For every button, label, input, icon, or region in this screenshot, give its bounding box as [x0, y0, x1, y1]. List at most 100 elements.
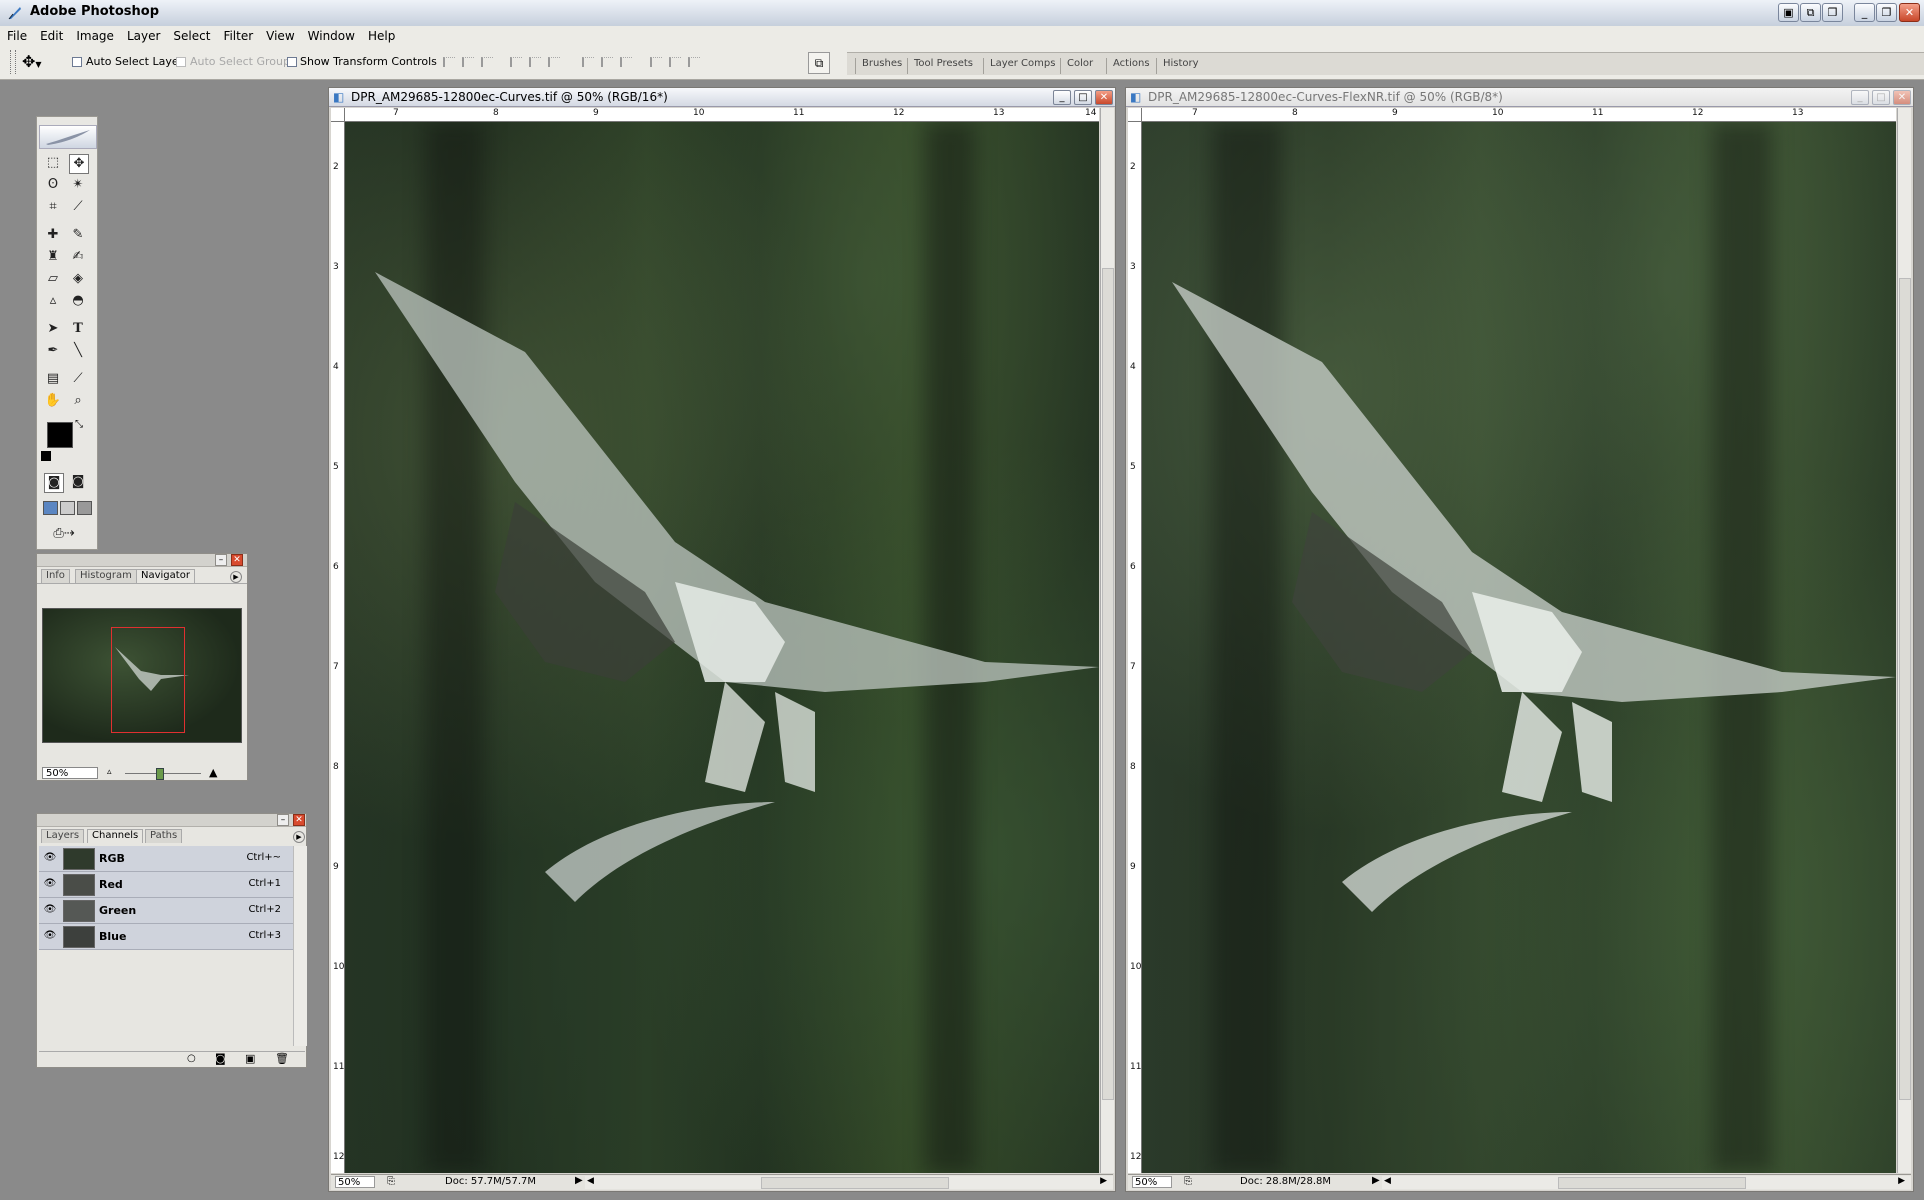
channels-close-button[interactable]: ✕	[293, 814, 305, 826]
quick-mask-mode-icon[interactable]: ◙	[69, 473, 87, 491]
zoom-out-icon[interactable]: ▵	[107, 767, 112, 777]
document-2-close-button[interactable]: ✕	[1893, 90, 1911, 105]
dodge-tool-icon[interactable]: ◓	[69, 292, 87, 310]
well-tab-brushes[interactable]: Brushes	[855, 58, 902, 74]
distribute-right-icon[interactable]	[686, 56, 700, 68]
scroll-right-icon[interactable]: ▶	[1100, 1176, 1107, 1186]
crop-tool-icon[interactable]: ⌗	[44, 198, 62, 216]
align-left-icon[interactable]	[508, 56, 522, 68]
navigator-zoom-field[interactable]: 50%	[42, 767, 98, 779]
distribute-left-icon[interactable]	[648, 56, 662, 68]
visibility-eye-icon[interactable]: 👁	[43, 904, 57, 916]
load-selection-icon[interactable]: ○	[187, 1053, 196, 1064]
eraser-tool-icon[interactable]: ▱	[44, 270, 62, 288]
document-1-canvas[interactable]	[345, 122, 1099, 1173]
channel-row-red[interactable]: 👁 Red Ctrl+1	[39, 872, 293, 898]
line-tool-icon[interactable]: ╲	[69, 342, 87, 360]
status-menu-arrow-icon[interactable]: ▶	[1372, 1175, 1380, 1186]
full-screen-menu-mode-icon[interactable]	[60, 501, 75, 515]
file-browser-icon[interactable]: ⧉	[808, 52, 830, 74]
align-right-icon[interactable]	[546, 56, 560, 68]
menu-select[interactable]: Select	[166, 26, 216, 43]
well-tab-history[interactable]: History	[1156, 58, 1199, 74]
type-tool-icon[interactable]: T	[69, 320, 87, 338]
align-hcenter-icon[interactable]	[527, 56, 541, 68]
channels-palette-header[interactable]	[37, 814, 306, 827]
visibility-eye-icon[interactable]: 👁	[43, 930, 57, 942]
tab-channels[interactable]: Channels	[87, 829, 144, 843]
navigator-menu-icon[interactable]: ▶	[230, 571, 242, 583]
document-1-minimize-button[interactable]: _	[1053, 90, 1071, 105]
marquee-tool-icon[interactable]: ⬚	[44, 154, 62, 172]
align-top-icon[interactable]	[441, 56, 455, 68]
distribute-top-icon[interactable]	[580, 56, 594, 68]
document-2-vertical-scrollbar[interactable]	[1897, 108, 1911, 1173]
menu-window[interactable]: Window	[301, 26, 361, 43]
horizontal-scroll-thumb[interactable]	[1558, 1177, 1746, 1189]
menu-file[interactable]: File	[0, 26, 33, 43]
channel-row-green[interactable]: 👁 Green Ctrl+2	[39, 898, 293, 924]
eyedropper-tool-icon[interactable]: ⟋	[69, 370, 87, 388]
edit-in-imageready-icon[interactable]: ⎙⇢	[44, 525, 84, 543]
auto-select-groups-checkbox[interactable]	[176, 57, 186, 67]
blur-tool-icon[interactable]: ▵	[44, 292, 62, 310]
navigator-close-button[interactable]: ✕	[231, 554, 243, 566]
align-vcenter-icon[interactable]	[460, 56, 474, 68]
horizontal-scroll-thumb[interactable]	[761, 1177, 949, 1189]
move-tool-icon[interactable]: ✥	[69, 154, 89, 174]
tab-paths[interactable]: Paths	[145, 829, 183, 843]
vertical-scroll-thumb[interactable]	[1102, 268, 1114, 1100]
tab-histogram[interactable]: Histogram	[75, 569, 137, 583]
tab-layers[interactable]: Layers	[41, 829, 85, 843]
document-1-zoom-field[interactable]: 50%	[335, 1176, 375, 1188]
channel-row-rgb[interactable]: 👁 RGB Ctrl+~	[39, 846, 293, 872]
well-tab-tool-presets[interactable]: Tool Presets	[907, 58, 973, 74]
scroll-left-icon[interactable]: ◀	[587, 1176, 594, 1186]
maximize-button[interactable]: ❐	[1876, 3, 1897, 22]
standard-mode-icon[interactable]: ◙	[44, 473, 64, 493]
channels-minimize-button[interactable]: –	[277, 814, 289, 826]
full-screen-mode-icon[interactable]	[77, 501, 92, 515]
magic-wand-tool-icon[interactable]: ✴	[69, 176, 87, 194]
toggle-palettes-button[interactable]: ▣	[1778, 3, 1799, 22]
status-info-icon[interactable]: ⎘	[1184, 1176, 1192, 1187]
distribute-vcenter-icon[interactable]	[599, 56, 613, 68]
tab-info[interactable]: Info	[41, 569, 70, 583]
visibility-eye-icon[interactable]: 👁	[43, 878, 57, 890]
document-2-canvas[interactable]	[1142, 122, 1896, 1173]
status-info-icon[interactable]: ⎘	[387, 1176, 395, 1187]
document-1-close-button[interactable]: ✕	[1095, 90, 1113, 105]
menu-filter[interactable]: Filter	[216, 26, 259, 43]
swap-colors-icon[interactable]: ⤡	[75, 419, 83, 430]
adobe-online-feather-icon[interactable]	[39, 125, 97, 149]
align-bottom-icon[interactable]	[479, 56, 493, 68]
well-tab-color[interactable]: Color	[1060, 58, 1093, 74]
channels-menu-icon[interactable]: ▶	[293, 831, 305, 843]
healing-brush-tool-icon[interactable]: ✚	[44, 226, 62, 244]
document-1-maximize-button[interactable]: □	[1074, 90, 1092, 105]
distribute-bottom-icon[interactable]	[618, 56, 632, 68]
options-grip[interactable]	[10, 50, 16, 74]
channel-row-blue[interactable]: 👁 Blue Ctrl+3	[39, 924, 293, 950]
ruler-origin[interactable]	[331, 108, 345, 122]
default-colors-icon[interactable]	[41, 451, 51, 461]
menu-layer[interactable]: Layer	[120, 26, 166, 43]
document-2-title-bar[interactable]: ◧ DPR_AM29685-12800ec-Curves-FlexNR.tif …	[1126, 88, 1913, 107]
save-selection-icon[interactable]: ◙	[215, 1052, 226, 1065]
well-tab-layer-comps[interactable]: Layer Comps	[983, 58, 1055, 74]
document-1-horizontal-scrollbar[interactable]: ◀ ▶	[585, 1176, 1113, 1189]
distribute-hcenter-icon[interactable]	[667, 56, 681, 68]
document-2-maximize-button[interactable]: □	[1872, 90, 1890, 105]
menu-image[interactable]: Image	[69, 26, 120, 43]
delete-channel-icon[interactable]: 🗑	[275, 1052, 289, 1065]
channels-scrollbar[interactable]	[293, 846, 307, 1046]
clone-stamp-tool-icon[interactable]: ♜	[44, 248, 62, 266]
show-transform-controls-checkbox[interactable]	[287, 57, 297, 67]
tab-navigator[interactable]: Navigator	[136, 569, 195, 583]
document-2-zoom-field[interactable]: 50%	[1132, 1176, 1172, 1188]
status-menu-arrow-icon[interactable]: ▶	[575, 1175, 583, 1186]
zoom-tool-icon[interactable]: ⌕	[69, 392, 87, 410]
restore-doc-button[interactable]: ❐	[1822, 3, 1843, 22]
well-tab-actions[interactable]: Actions	[1106, 58, 1150, 74]
menu-view[interactable]: View	[259, 26, 300, 43]
